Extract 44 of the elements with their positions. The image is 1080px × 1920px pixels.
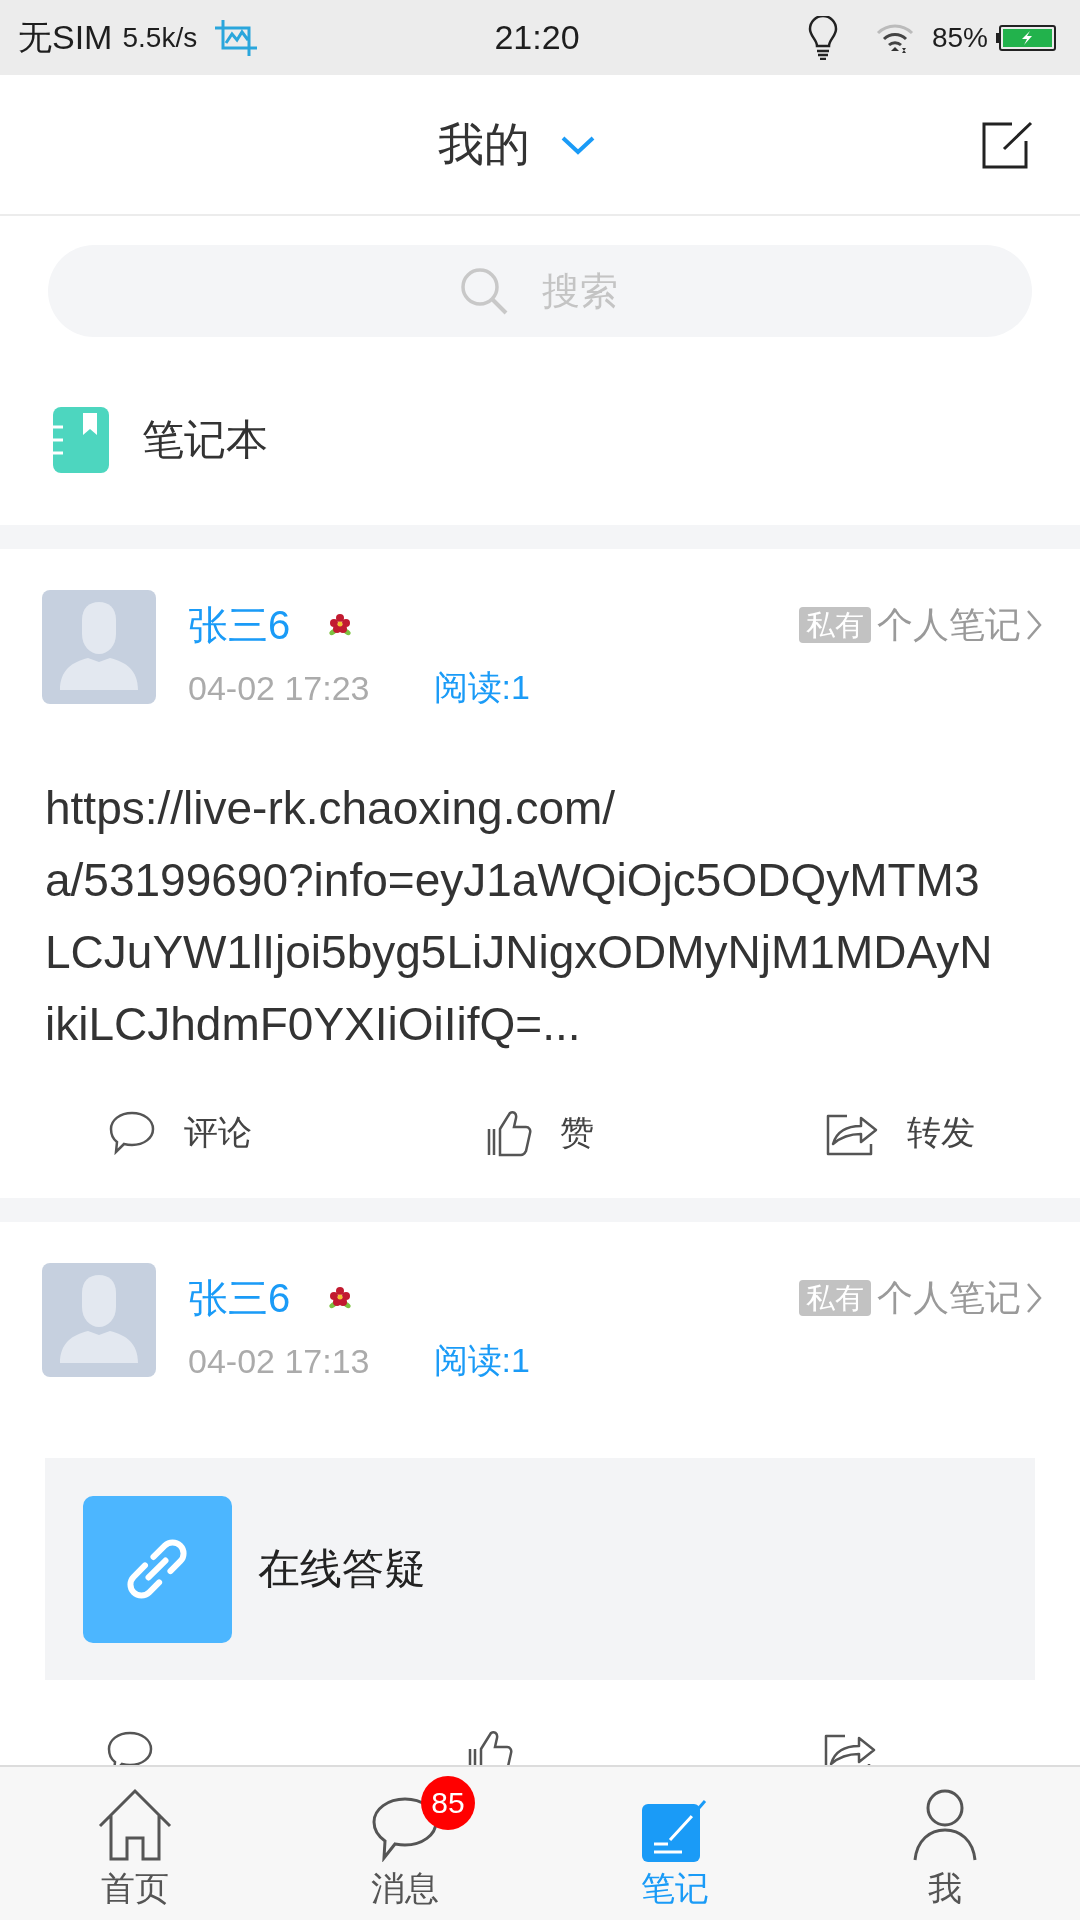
- read-count: 阅读:1: [433, 667, 530, 708]
- notebook-item[interactable]: 笔记本: [53, 407, 268, 473]
- chevron-down-icon: [560, 134, 596, 155]
- privacy-badge: 私有: [799, 1280, 871, 1316]
- link-title: 在线答疑: [258, 1544, 426, 1594]
- thumbs-up-icon: [467, 1729, 513, 1765]
- note-pen-icon: [642, 1798, 708, 1862]
- chevron-right-icon: [1025, 1281, 1043, 1315]
- edit-icon[interactable]: [982, 120, 1034, 169]
- thumbs-up-icon: [486, 1109, 532, 1157]
- link-card[interactable]: 在线答疑: [45, 1458, 1035, 1680]
- avatar-icon: [42, 590, 156, 704]
- image-crop-icon: [215, 19, 258, 56]
- flower-icon: [328, 1286, 353, 1310]
- unread-badge: 85: [421, 1776, 475, 1830]
- home-icon: [97, 1788, 173, 1862]
- network-speed: 5.5k/s: [122, 21, 198, 54]
- speech-bubble-icon: [106, 1730, 154, 1765]
- read-count: 阅读:1: [433, 1340, 530, 1381]
- share-button[interactable]: 转发: [825, 1110, 975, 1156]
- chevron-right-icon: [1025, 608, 1043, 642]
- search-icon: [460, 267, 508, 315]
- lightbulb-icon: [807, 15, 838, 60]
- comment-button[interactable]: [106, 1730, 154, 1765]
- flower-icon: [328, 613, 353, 637]
- privacy-badge: 私有: [799, 607, 871, 643]
- battery-percent: 85%: [931, 21, 988, 54]
- battery-icon: [996, 24, 1056, 51]
- carrier-text: 无SIM: [18, 16, 113, 58]
- post-text: https://live-rk.chaoxing.com/ a/53199690?info=eyJ1aWQiOjc5ODQyMTM3 LCJuYW1lIjoi5byg5LiJNigxODMyNjM1MDAyN ikiLCJhdmF0YXIiOiIifQ=...: [44, 781, 994, 1052]
- tab-item[interactable]: 我: [912, 1767, 978, 1908]
- avatar-icon: [42, 1263, 156, 1377]
- title-dropdown[interactable]: 我的: [438, 113, 596, 176]
- tab-item[interactable]: 首页: [97, 1767, 173, 1908]
- clock-time: 21:20: [494, 18, 580, 57]
- chain-link-icon: [83, 1495, 232, 1643]
- like-button[interactable]: 赞: [486, 1109, 594, 1157]
- notebook-icon: [53, 407, 109, 473]
- post-time: 04-02 17:13: [188, 1341, 370, 1381]
- speech-bubble-icon: [108, 1110, 156, 1156]
- comment-button[interactable]: 评论: [108, 1110, 252, 1156]
- like-button[interactable]: [467, 1729, 513, 1765]
- post-time: 04-02 17:23: [188, 668, 370, 708]
- person-icon: [912, 1788, 978, 1862]
